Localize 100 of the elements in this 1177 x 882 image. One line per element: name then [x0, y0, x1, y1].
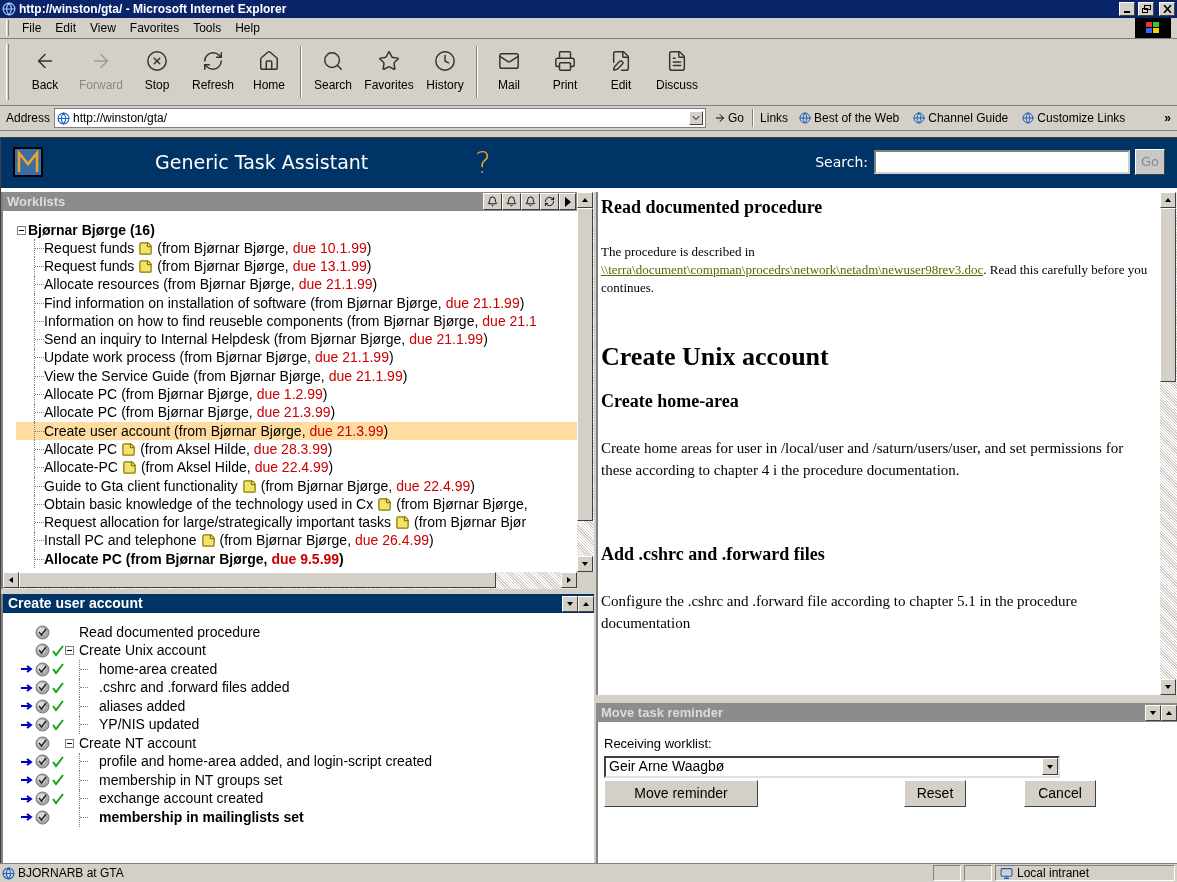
worklist-row[interactable]: Allocate PC (from Aksel Hilde, due 28.3.99)	[16, 440, 577, 459]
worklist-row[interactable]: Create user account (from Bjørnar Bjørge, due 21.3.99)	[16, 421, 577, 441]
due-date: due 13.1.99	[292, 256, 367, 276]
collapse-toggle[interactable]	[17, 225, 26, 235]
worklist-row[interactable]: Find information on installation of software (from Bjørnar Bjørge, due 21.1.99)	[16, 293, 577, 313]
maximize-button[interactable]	[1138, 2, 1154, 16]
menu-item[interactable]: Edit	[48, 19, 84, 37]
vertical-scrollbar[interactable]	[1160, 192, 1177, 695]
scrollbar-thumb[interactable]	[19, 572, 496, 588]
worklist-dropdown[interactable]: Geir Arne Waagbø	[604, 755, 1060, 778]
bell-button[interactable]	[483, 193, 502, 210]
check-circle-icon	[35, 809, 50, 825]
menu-item[interactable]: Help	[228, 19, 267, 37]
collapse-button[interactable]	[562, 595, 578, 612]
toolbar-button[interactable]: History	[417, 43, 473, 101]
task-title: Guide to Gta client functionality	[44, 476, 238, 496]
worklist-row[interactable]: Allocate PC (from Bjørnar Bjørge, due 9.5.99)	[16, 550, 577, 569]
collapse-toggle[interactable]	[65, 646, 74, 656]
worklist-row[interactable]: Update work process (from Bjørnar Bjørge, due 21.1.99)	[16, 348, 577, 368]
toolbar-button[interactable]: Back	[17, 43, 73, 101]
worklist-row[interactable]: Allocate-PC (from Aksel Hilde, due 22.4.99)	[16, 458, 577, 477]
closing-paren: )	[330, 403, 336, 423]
note-icon	[121, 460, 137, 476]
toolbar-button[interactable]: Edit	[593, 43, 649, 101]
check-icon	[51, 681, 64, 694]
worklist-row[interactable]: Information on how to find reuseble components (from Bjørnar Bjørge, due 21.1	[16, 312, 577, 331]
horizontal-scrollbar[interactable]	[3, 572, 577, 589]
closing-paren: )	[372, 275, 378, 295]
go-button[interactable]: Go	[710, 109, 749, 127]
address-field[interactable]: http://winston/gta/	[54, 108, 707, 128]
toolbar-button[interactable]: Home	[241, 43, 297, 101]
panel-title: Create user account	[8, 594, 144, 613]
scroll-up-button[interactable]	[1160, 192, 1176, 208]
form-button[interactable]: Cancel	[1024, 779, 1096, 807]
due-date: due 21.1.99	[328, 366, 403, 386]
worklist-row[interactable]: View the Service Guide (from Bjørnar Bjørge, due 21.1.99)	[16, 367, 577, 386]
form-button[interactable]: Reset	[904, 779, 966, 807]
scroll-up-button[interactable]	[577, 192, 593, 208]
check-icon	[51, 792, 64, 805]
worklist-row[interactable]: Install PC and telephone (from Bjørnar Bjørge, due 26.4.99)	[16, 531, 577, 551]
check-icon	[51, 663, 64, 676]
closing-paren: )	[327, 439, 333, 459]
toolbar-button[interactable]: Mail	[481, 43, 537, 101]
closing-paren: )	[402, 366, 408, 386]
link-button[interactable]: Best of the Web	[794, 109, 905, 127]
search-field[interactable]	[874, 150, 1130, 174]
close-button[interactable]	[1159, 2, 1175, 16]
task-title: Find information on installation of software	[44, 293, 307, 313]
scrollbar-thumb[interactable]	[1160, 208, 1176, 383]
help-button[interactable]: ?	[475, 139, 491, 185]
menu-item[interactable]: Favorites	[122, 19, 187, 37]
collapse-toggle[interactable]	[65, 738, 74, 748]
form-button[interactable]: Move reminder	[604, 779, 758, 807]
toolbar-button[interactable]: Stop	[129, 43, 185, 101]
worklist-row[interactable]: Request allocation for large/strategically important tasks (from Bjørnar Bjør	[16, 513, 577, 532]
toolbar-button[interactable]: Refresh	[185, 43, 241, 101]
play-button[interactable]	[559, 193, 576, 210]
page-icon	[1022, 112, 1035, 124]
toolbar-button[interactable]: Print	[537, 43, 593, 101]
toolbar-button[interactable]: Favorites	[361, 43, 417, 101]
worklist-row[interactable]: Send an inquiry to Internal Helpdesk (from Bjørnar Bjørge, due 21.1.99)	[16, 330, 577, 349]
right-arrow-icon	[21, 720, 33, 729]
scroll-left-button[interactable]	[3, 572, 19, 588]
vertical-scrollbar[interactable]	[577, 192, 594, 572]
collapse-button[interactable]	[1145, 704, 1161, 721]
worklist-row[interactable]: Request funds (from Bjørnar Bjørge, due 10.1.99)	[16, 239, 577, 258]
minimize-button[interactable]	[1119, 2, 1135, 16]
menu-item[interactable]: Tools	[186, 19, 229, 37]
scroll-right-button[interactable]	[561, 572, 577, 588]
refresh-button[interactable]	[540, 193, 559, 210]
more-links-button[interactable]: »	[1164, 109, 1171, 127]
link-button[interactable]: Customize Links	[1017, 109, 1131, 127]
bell-button[interactable]	[502, 193, 521, 210]
worklist-owner[interactable]: Bjørnar Bjørge (16)	[28, 219, 155, 241]
expand-button[interactable]	[578, 595, 594, 612]
step-label[interactable]: Read documented procedure	[79, 621, 261, 643]
scroll-down-button[interactable]	[577, 556, 593, 572]
task-sender: (from Bjørnar Bjørge,	[157, 256, 289, 276]
page-icon	[57, 111, 71, 125]
bell-button[interactable]	[521, 193, 540, 210]
expand-button[interactable]	[1161, 704, 1177, 721]
worklist-row[interactable]: Guide to Gta client functionality (from Bjørnar Bjørge, due 22.4.99)	[16, 476, 577, 496]
link-button[interactable]: Channel Guide	[908, 109, 1014, 127]
worklist-row[interactable]: Request funds (from Bjørnar Bjørge, due 13.1.99)	[16, 257, 577, 276]
close-icon	[1162, 5, 1172, 13]
scroll-down-button[interactable]	[1160, 679, 1176, 695]
worklist-row[interactable]: Allocate PC (from Bjørnar Bjørge, due 21.3.99)	[16, 403, 577, 422]
scrollbar-thumb[interactable]	[577, 208, 593, 522]
menu-item[interactable]: View	[83, 19, 123, 37]
go-arrow-icon	[714, 112, 727, 124]
right-arrow-icon	[21, 683, 33, 692]
worklist-row[interactable]: Obtain basic knowledge of the technology used in Cx (from Bjørnar Bjørge,	[16, 495, 577, 514]
worklist-row[interactable]: Allocate resources (from Bjørnar Bjørge, due 21.1.99)	[16, 275, 577, 294]
menu-item[interactable]: File	[15, 19, 49, 37]
toolbar-button[interactable]: Discuss	[649, 43, 705, 101]
worklist-row[interactable]: Allocate PC (from Bjørnar Bjørge, due 1.2.99)	[16, 385, 577, 404]
task-sender: (from Aksel Hilde,	[140, 458, 251, 478]
toolbar-button[interactable]: Search	[305, 43, 361, 101]
check-circle-icon	[35, 624, 50, 640]
closing-paren: )	[366, 238, 372, 258]
